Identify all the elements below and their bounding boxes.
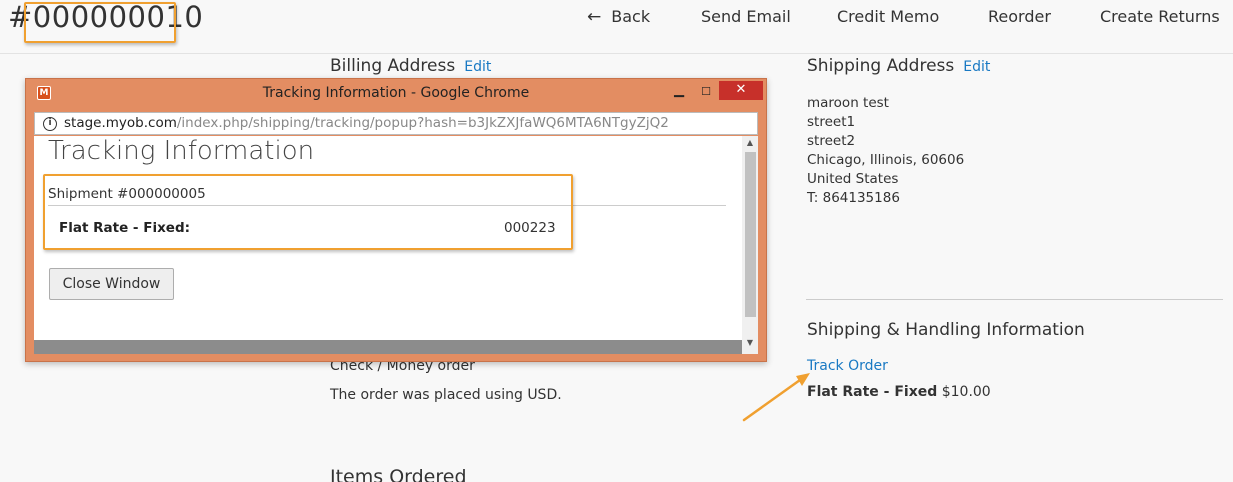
popup-address-bar[interactable]: i stage.myob.com/index.php/shipping/trac… (34, 112, 758, 135)
send-email-button[interactable]: Send Email (701, 6, 791, 28)
scroll-up-icon[interactable]: ▲ (742, 138, 758, 150)
shipping-handling-title: Shipping & Handling Information (807, 320, 1085, 340)
close-window-button[interactable]: Close Window (49, 268, 174, 300)
billing-address-heading: Billing Address (330, 56, 456, 76)
shipping-method-label: Flat Rate - Fixed (807, 384, 938, 400)
currency-note: The order was placed using USD. (330, 387, 562, 403)
url-path: /index.php/shipping/tracking/popup?hash=… (176, 115, 669, 131)
vertical-scrollbar[interactable]: ▲ ▼ (742, 136, 758, 354)
tracking-heading: Tracking Information (48, 136, 315, 166)
credit-memo-button[interactable]: Credit Memo (837, 6, 939, 28)
popup-content: Tracking Information Shipment #000000005… (34, 136, 758, 354)
scroll-down-icon[interactable]: ▼ (742, 338, 758, 350)
shipping-method-price: $10.00 (941, 384, 991, 400)
create-returns-button[interactable]: Create Returns (1100, 6, 1220, 28)
maximize-icon[interactable]: ☐ (693, 82, 719, 102)
shipping-edit-link[interactable]: Edit (963, 59, 990, 75)
billing-edit-link[interactable]: Edit (464, 59, 491, 75)
url-host: stage.myob.com (64, 115, 177, 131)
popup-bottom-bar (34, 340, 742, 354)
order-number-highlight (24, 2, 176, 43)
popup-window-title: Tracking Information - Google Chrome (262, 85, 530, 101)
back-label: Back (611, 7, 651, 26)
shipping-address-title: Shipping Address Edit (807, 56, 990, 76)
scroll-thumb[interactable] (745, 152, 756, 317)
window-close-button[interactable]: ✕ (719, 81, 763, 100)
address-line: street1 (807, 114, 856, 130)
shipping-address-block: maroon test street1 street2 Chicago, Ill… (807, 94, 964, 208)
page-header: #000000010 ← Back Send Email Credit Memo… (0, 0, 1233, 54)
shipping-method: Flat Rate - Fixed $10.00 (807, 384, 991, 400)
address-line: United States (807, 171, 899, 187)
address-line: T: 864135186 (807, 190, 900, 206)
arrow-left-icon: ← (587, 7, 602, 27)
billing-address-title: Billing Address Edit (330, 56, 491, 76)
section-divider (806, 299, 1223, 300)
address-line: maroon test (807, 95, 889, 111)
address-line: Chicago, Illinois, 60606 (807, 152, 965, 168)
info-icon[interactable]: i (43, 116, 57, 131)
annotation-arrow-icon (742, 373, 810, 422)
shipment-highlight (43, 174, 573, 250)
popup-titlebar[interactable]: M Tracking Information - Google Chrome ▁… (26, 79, 766, 108)
shipping-address-heading: Shipping Address (807, 56, 955, 76)
back-button[interactable]: ← Back (587, 6, 650, 28)
minimize-icon[interactable]: ▁ (666, 82, 692, 102)
reorder-button[interactable]: Reorder (988, 6, 1051, 28)
address-line: street2 (807, 133, 856, 149)
items-ordered-title: Items Ordered (330, 466, 467, 482)
tracking-popup-window: M Tracking Information - Google Chrome ▁… (25, 78, 767, 362)
